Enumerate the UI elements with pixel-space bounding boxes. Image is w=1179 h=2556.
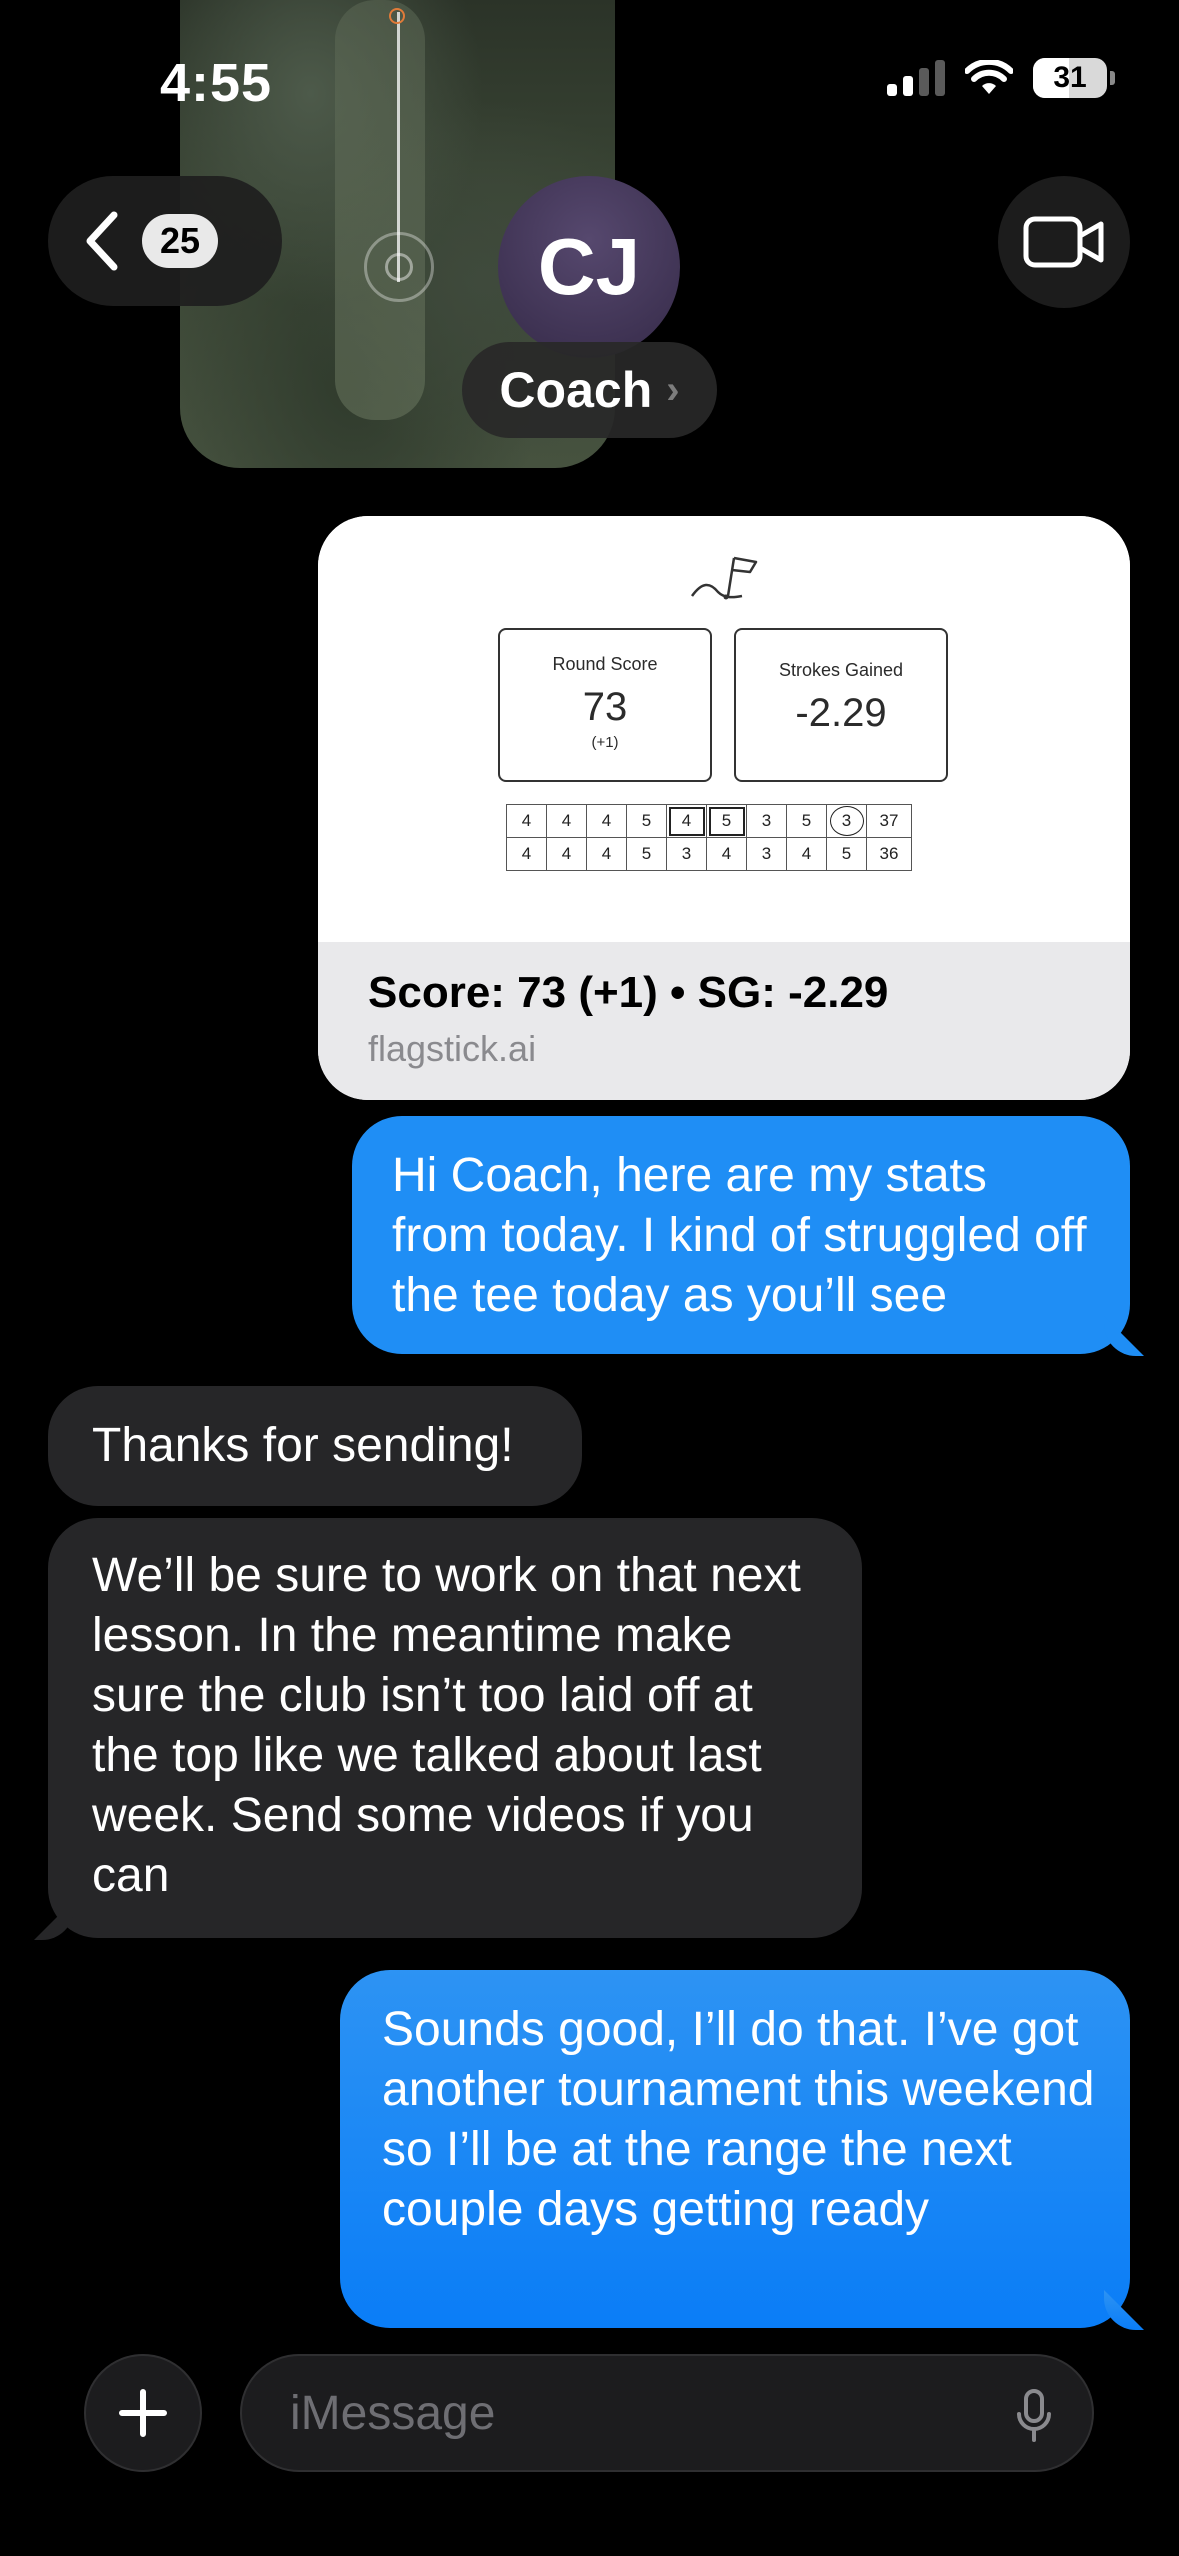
round-score-value: 73 — [582, 685, 628, 729]
status-time: 4:55 — [160, 53, 273, 113]
chevron-left-icon — [86, 211, 118, 271]
message-input[interactable] — [288, 2384, 932, 2442]
birdie-score: 3 — [829, 806, 864, 836]
pin-marker — [389, 8, 405, 24]
score-cell: 3 — [746, 804, 787, 838]
status-icons: 31 — [887, 58, 1115, 98]
microphone-icon[interactable] — [1016, 2388, 1052, 2444]
message-input-container[interactable] — [240, 2354, 1094, 2472]
round-score-box: Round Score 73 (+1) — [498, 628, 712, 782]
message-bubble-sent[interactable]: Hi Coach, here are my stats from today. … — [352, 1116, 1130, 1354]
score-cell: 3 — [746, 837, 787, 871]
plus-icon — [119, 2389, 167, 2437]
scorecard-row-front: 4 4 4 5 4 5 3 5 3 37 — [506, 804, 912, 838]
unread-count-badge: 25 — [142, 214, 219, 268]
score-cell: 4 — [586, 804, 627, 838]
score-cell: 5 — [786, 804, 827, 838]
scorecard-row-back: 4 4 4 5 3 4 3 4 5 36 — [506, 837, 912, 871]
score-cell: 5 — [626, 804, 667, 838]
battery-level: 31 — [1053, 61, 1087, 94]
fairway-shape — [335, 0, 425, 420]
contact-name: Coach — [499, 362, 653, 418]
score-cell: 5 — [826, 837, 867, 871]
strokes-gained-value: -2.29 — [795, 691, 887, 735]
facetime-video-button[interactable] — [998, 176, 1130, 308]
contact-name-button[interactable]: Coach › — [462, 342, 717, 438]
strokes-gained-label: Strokes Gained — [778, 660, 904, 680]
score-cell: 3 — [666, 837, 707, 871]
battery-icon: 31 — [1033, 58, 1115, 98]
score-cell-birdie: 3 — [826, 804, 867, 838]
score-cell: 4 — [546, 837, 587, 871]
add-attachment-button[interactable] — [84, 2354, 202, 2472]
cellular-signal-icon — [887, 60, 945, 96]
video-camera-icon — [1023, 216, 1104, 268]
link-preview-footer: Score: 73 (+1) • SG: -2.29 flagstick.ai — [318, 942, 1130, 1100]
score-cell: 4 — [586, 837, 627, 871]
score-cell-bogey: 4 — [666, 804, 707, 838]
link-preview-card[interactable]: Round Score 73 (+1) Strokes Gained -2.29… — [318, 516, 1130, 1100]
score-cell: 4 — [706, 837, 747, 871]
scorecard-preview-image: Round Score 73 (+1) Strokes Gained -2.29… — [318, 516, 1130, 942]
message-bubble-sent[interactable]: Sounds good, I’ll do that. I’ve got anot… — [340, 1970, 1130, 2328]
strokes-gained-box: Strokes Gained -2.29 — [734, 628, 948, 782]
message-bubble-received[interactable]: Thanks for sending! — [48, 1386, 582, 1506]
score-cell: 5 — [626, 837, 667, 871]
score-cell: 4 — [786, 837, 827, 871]
wifi-icon — [965, 60, 1013, 94]
score-cell: 4 — [506, 837, 547, 871]
chevron-right-icon: › — [666, 367, 680, 412]
link-preview-domain: flagstick.ai — [368, 1028, 537, 1069]
round-score-to-par: (+1) — [591, 734, 619, 751]
score-cell: 4 — [546, 804, 587, 838]
contact-avatar[interactable]: CJ — [498, 176, 680, 358]
round-score-label: Round Score — [552, 654, 658, 674]
score-cell-bogey: 5 — [706, 804, 747, 838]
score-total-cell: 36 — [866, 837, 912, 871]
back-button[interactable]: 25 — [48, 176, 282, 306]
target-marker — [364, 232, 434, 302]
score-total-cell: 37 — [866, 804, 912, 838]
scorecard-table: 4 4 4 5 4 5 3 5 3 37 4 4 4 5 3 4 3 4 5 3… — [506, 804, 912, 871]
score-cell: 4 — [506, 804, 547, 838]
message-bubble-received[interactable]: We’ll be sure to work on that next lesso… — [48, 1518, 862, 1938]
link-preview-title: Score: 73 (+1) • SG: -2.29 — [368, 968, 889, 1017]
flag-logo-icon — [690, 556, 758, 600]
